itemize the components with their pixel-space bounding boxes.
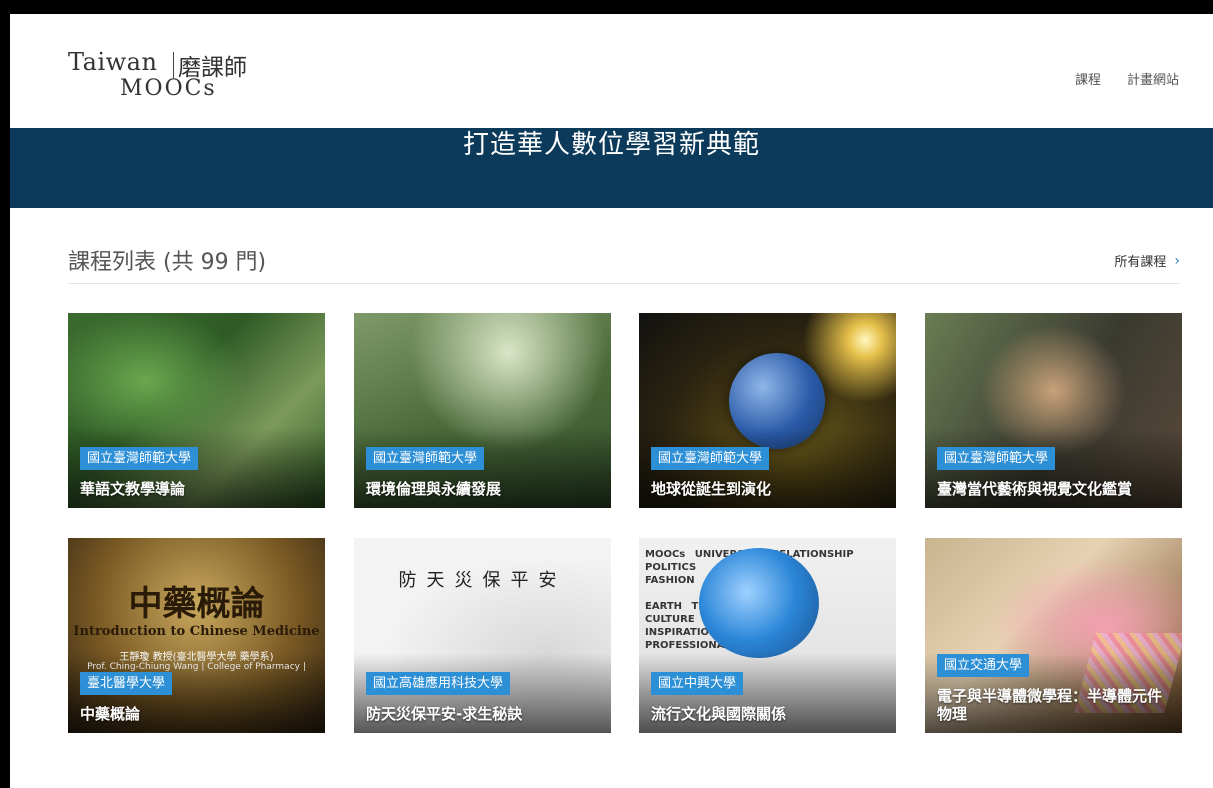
course-card[interactable]: 中藥概論 Introduction to Chinese Medicine 王靜… [68,538,325,733]
course-card[interactable]: 國立交通大學 電子與半導體微學程：半導體元件物理 [925,538,1182,733]
school-badge: 國立臺灣師範大學 [366,447,485,470]
all-courses-link[interactable]: 所有課程 › [1114,251,1180,271]
banner-title: 打造華人數位學習新典範 [462,130,760,160]
course-card[interactable]: MOOCs UNIVERSITY RELATIONSHIP POLITICS F… [639,538,896,733]
chevron-right-icon: › [1174,252,1180,269]
browser-page: Taiwan 磨課師 MOOCs 課程 計畫網站 打造華人數位學習新典範 課程列… [10,14,1213,788]
site-header: Taiwan 磨課師 MOOCs 課程 計畫網站 [10,14,1213,128]
course-title: 流行文化與國際關係 [651,705,787,723]
school-badge: 臺北醫學大學 [80,672,173,695]
logo-divider [173,52,174,78]
course-card[interactable]: 防天災保平安 國立高雄應用科技大學 防天災保平安-求生秘訣 [354,538,611,733]
all-courses-label: 所有課程 [1114,255,1167,270]
school-badge: 國立臺灣師範大學 [80,447,199,470]
school-badge: 國立高雄應用科技大學 [366,672,511,695]
school-badge: 國立臺灣師範大學 [937,447,1056,470]
school-badge: 國立交通大學 [937,654,1030,677]
course-title: 地球從誕生到演化 [651,480,772,498]
school-badge: 國立中興大學 [651,672,744,695]
course-card[interactable]: 國立臺灣師範大學 地球從誕生到演化 [639,313,896,508]
course-title: 防天災保平安-求生秘訣 [366,705,523,723]
course-title: 中藥概論 [80,705,141,723]
course-card[interactable]: 國立臺灣師範大學 臺灣當代藝術與視覺文化鑑賞 [925,313,1182,508]
course-card[interactable]: 國立臺灣師範大學 華語文教學導論 [68,313,325,508]
course-title: 環境倫理與永續發展 [366,480,502,498]
course-title: 臺灣當代藝術與視覺文化鑑賞 [937,480,1133,498]
course-list-title: 課程列表 (共 99 門) [68,250,267,275]
course-card[interactable]: 國立臺灣師範大學 環境倫理與永續發展 [354,313,611,508]
school-badge: 國立臺灣師範大學 [651,447,770,470]
nav-courses-link[interactable]: 課程 [1075,69,1101,88]
top-nav: 課程 計畫網站 [1075,69,1179,88]
logo-moocs-text: MOOCs [120,76,217,101]
logo-taiwan-text: Taiwan [68,48,158,76]
hero-banner: 打造華人數位學習新典範 [10,128,1213,208]
site-logo[interactable]: Taiwan 磨課師 MOOCs [68,48,258,108]
nav-project-site-link[interactable]: 計畫網站 [1127,69,1179,88]
course-title: 華語文教學導論 [80,480,186,498]
course-list-header: 課程列表 (共 99 門) 所有課程 › [68,239,1180,284]
course-title: 電子與半導體微學程：半導體元件物理 [937,687,1163,723]
